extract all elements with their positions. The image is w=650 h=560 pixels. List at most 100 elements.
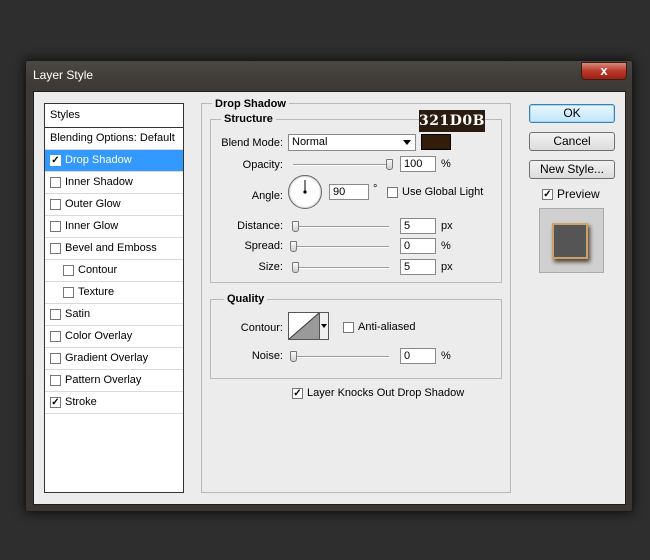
style-item-label: Gradient Overlay <box>65 352 149 364</box>
style-item-label: Texture <box>78 286 115 298</box>
layer-style-dialog: Layer Style x Styles Blending Options: D… <box>25 60 633 512</box>
style-item-label: Satin <box>65 308 91 320</box>
style-item[interactable]: Satin <box>45 304 183 326</box>
size-slider[interactable] <box>291 262 389 273</box>
noise-label: Noise: <box>251 350 283 362</box>
style-checkbox[interactable] <box>50 177 61 188</box>
distance-slider-thumb[interactable] <box>291 221 299 232</box>
size-unit: px <box>441 261 453 273</box>
angle-dial[interactable] <box>288 175 322 209</box>
noise-slider-thumb[interactable] <box>290 351 297 362</box>
opacity-input[interactable]: 100 <box>400 156 436 172</box>
drop-shadow-title: Drop Shadow <box>212 98 289 110</box>
noise-unit: % <box>441 350 451 362</box>
drop-shadow-panel: Drop Shadow Structure Blend Mode: Normal… <box>201 98 511 493</box>
style-checkbox[interactable] <box>50 243 61 254</box>
style-preview-swatch <box>552 223 588 259</box>
style-item[interactable]: Bevel and Emboss <box>45 238 183 260</box>
styles-list: Styles Blending Options: Default Drop Sha… <box>44 103 184 493</box>
angle-dial-needle-icon <box>303 180 307 194</box>
anti-aliased-box[interactable] <box>343 321 354 333</box>
layer-knocks-out-label: Layer Knocks Out Drop Shadow <box>307 387 465 399</box>
distance-unit: px <box>441 220 453 232</box>
preview-box[interactable] <box>542 188 553 200</box>
styles-header[interactable]: Styles <box>45 104 183 128</box>
quality-group: Quality Contour: Anti-aliased Noise: 0 % <box>210 293 502 379</box>
style-checkbox[interactable] <box>63 265 74 276</box>
style-item-label: Inner Shadow <box>65 176 133 188</box>
window-title: Layer Style <box>33 68 94 82</box>
angle-unit: ° <box>373 183 378 195</box>
style-checkbox[interactable] <box>50 221 61 232</box>
style-checkbox[interactable] <box>63 287 74 298</box>
ok-button[interactable]: OK <box>529 104 615 123</box>
noise-slider[interactable] <box>290 351 389 362</box>
new-style-button[interactable]: New Style... <box>529 160 615 179</box>
anti-aliased-checkbox[interactable]: Anti-aliased <box>343 321 415 333</box>
opacity-slider[interactable] <box>293 159 393 170</box>
chevron-down-icon <box>403 140 411 145</box>
use-global-light-checkbox[interactable]: Use Global Light <box>387 186 483 198</box>
blend-mode-select[interactable]: Normal <box>288 134 416 151</box>
layer-knocks-out-box[interactable] <box>292 387 303 399</box>
size-slider-thumb[interactable] <box>291 262 299 273</box>
style-item-label: Pattern Overlay <box>65 374 142 386</box>
style-item-label: Outer Glow <box>65 198 121 210</box>
style-item[interactable]: Outer Glow <box>45 194 183 216</box>
style-checkbox[interactable] <box>50 309 61 320</box>
use-global-light-label: Use Global Light <box>402 186 484 198</box>
size-label: Size: <box>258 261 283 273</box>
opacity-unit: % <box>441 158 451 170</box>
opacity-slider-thumb[interactable] <box>386 159 393 170</box>
shadow-color-swatch[interactable] <box>421 134 451 150</box>
style-checkbox[interactable] <box>50 397 61 408</box>
style-checkbox[interactable] <box>50 375 61 386</box>
noise-input[interactable]: 0 <box>400 348 436 364</box>
use-global-light-box[interactable] <box>387 186 398 198</box>
distance-input[interactable]: 5 <box>400 218 436 234</box>
close-button[interactable]: x <box>581 62 627 80</box>
color-hex-label: 321D0B <box>419 110 485 132</box>
style-item-label: Contour <box>78 264 118 276</box>
spread-input[interactable]: 0 <box>400 238 436 254</box>
style-item-label: Inner Glow <box>65 220 119 232</box>
style-checkbox[interactable] <box>50 199 61 210</box>
preview-label: Preview <box>557 187 600 201</box>
spread-slider-thumb[interactable] <box>290 241 297 252</box>
style-item-label: Drop Shadow <box>65 154 132 166</box>
contour-preview[interactable] <box>288 312 320 340</box>
preview-checkbox[interactable]: Preview <box>542 187 600 201</box>
cancel-button[interactable]: Cancel <box>529 132 615 151</box>
title-bar[interactable]: Layer Style x <box>26 61 632 89</box>
contour-dropdown[interactable] <box>319 312 329 340</box>
angle-input[interactable]: 90 <box>329 184 369 200</box>
style-checkbox[interactable] <box>50 331 61 342</box>
spread-slider[interactable] <box>290 241 389 252</box>
style-item[interactable]: Blending Options: Default <box>45 128 183 150</box>
distance-label: Distance: <box>237 220 283 232</box>
contour-label: Contour: <box>240 322 283 334</box>
layer-knocks-out-checkbox[interactable]: Layer Knocks Out Drop Shadow <box>292 387 464 399</box>
style-item-label: Bevel and Emboss <box>65 242 157 254</box>
blend-mode-value: Normal <box>292 136 328 148</box>
style-item[interactable]: Color Overlay <box>45 326 183 348</box>
style-preview <box>539 208 604 273</box>
style-item[interactable]: Inner Shadow <box>45 172 183 194</box>
spread-unit: % <box>441 240 451 252</box>
blend-mode-label: Blend Mode: <box>221 137 283 149</box>
distance-slider[interactable] <box>291 221 389 232</box>
style-item-label: Blending Options: Default <box>50 132 175 144</box>
anti-aliased-label: Anti-aliased <box>358 321 416 333</box>
style-checkbox[interactable] <box>50 353 61 364</box>
style-item[interactable]: Drop Shadow <box>45 150 183 172</box>
style-item[interactable]: Gradient Overlay <box>45 348 183 370</box>
style-item[interactable]: Contour <box>45 260 183 282</box>
style-item[interactable]: Texture <box>45 282 183 304</box>
style-checkbox[interactable] <box>50 155 61 166</box>
style-item[interactable]: Inner Glow <box>45 216 183 238</box>
style-item[interactable]: Stroke <box>45 392 183 414</box>
dialog-body: Styles Blending Options: Default Drop Sha… <box>33 91 626 505</box>
spread-label: Spread: <box>244 240 283 252</box>
size-input[interactable]: 5 <box>400 259 436 275</box>
style-item[interactable]: Pattern Overlay <box>45 370 183 392</box>
